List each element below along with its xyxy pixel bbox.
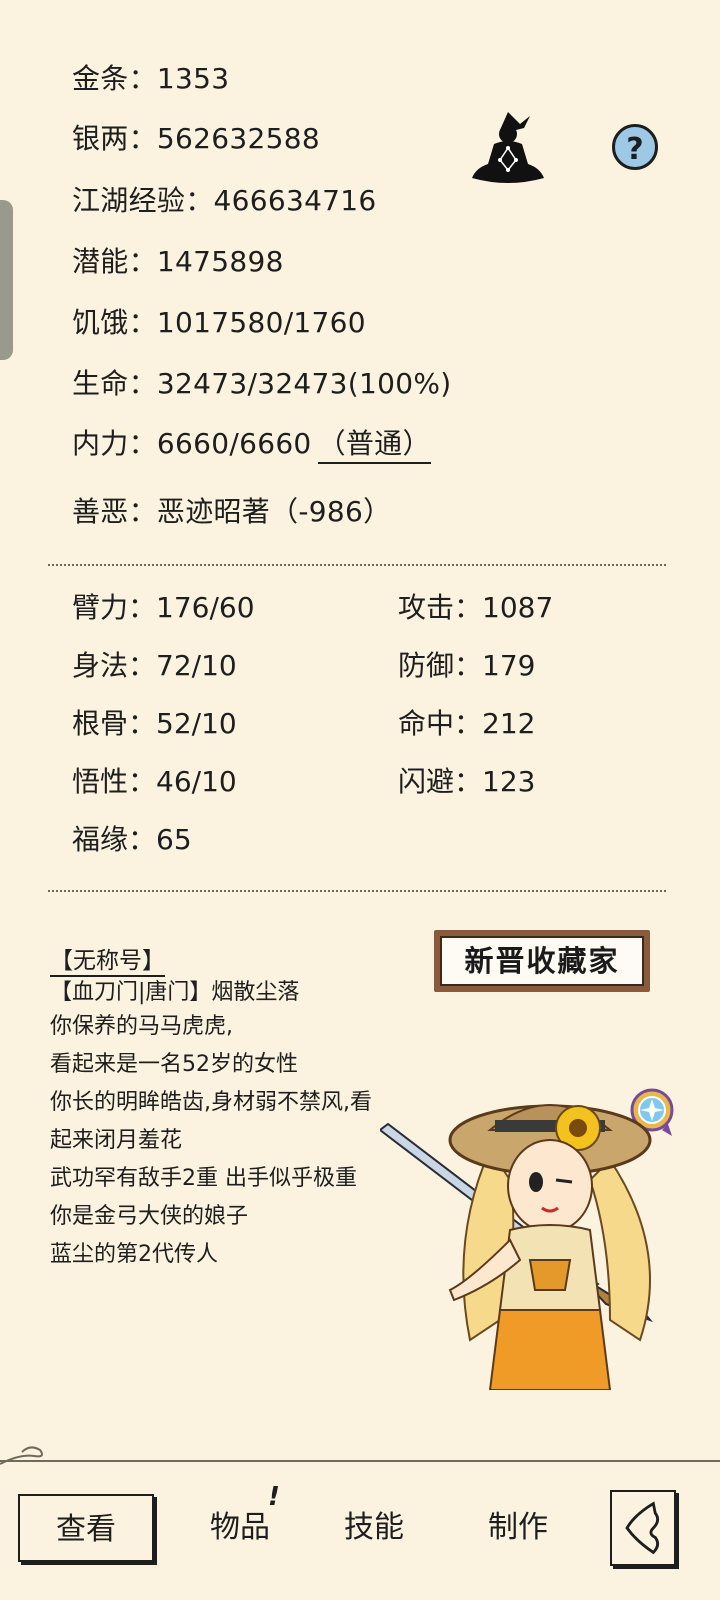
- bio-line: 看起来是一名52岁的女性: [50, 1052, 298, 1077]
- divider: [48, 890, 666, 892]
- player-title-link[interactable]: 【无称号】: [50, 948, 165, 977]
- plaque-text: 新晋收藏家: [440, 936, 644, 986]
- silver-stat: 银两：562632588: [72, 122, 320, 155]
- help-icon[interactable]: ?: [612, 124, 658, 170]
- luck-stat: 福缘：65: [72, 823, 192, 856]
- divider: [48, 564, 666, 566]
- tab-skills[interactable]: 技能: [324, 1494, 424, 1562]
- gold-stat: 金条：1353: [72, 62, 230, 95]
- agility-stat: 身法：72/10: [72, 649, 237, 682]
- inner-power-mode-link[interactable]: （普通）: [317, 427, 431, 464]
- meditation-icon[interactable]: [468, 108, 548, 186]
- bio-line: 蓝尘的第2代传人: [50, 1242, 218, 1267]
- hunger-stat: 饥饿：1017580/1760: [72, 306, 366, 339]
- inner-power-row: 内力：6660/6660 （普通）: [72, 426, 431, 464]
- bio-line: 你保养的马马虎虎,: [50, 1014, 233, 1039]
- morality-stat: 善恶：恶迹昭著（-986）: [72, 495, 392, 528]
- comprehension-stat: 悟性：46/10: [72, 765, 237, 798]
- tab-view[interactable]: 查看: [18, 1494, 154, 1562]
- bio-line: 【血刀门|唐门】烟散尘落: [50, 980, 300, 1005]
- back-button[interactable]: [610, 1490, 676, 1566]
- bio-line: 你是金弓大侠的娘子: [50, 1204, 249, 1229]
- collector-plaque[interactable]: 新晋收藏家: [434, 930, 650, 992]
- character-portrait: [380, 1104, 654, 1390]
- inner-power-stat: 内力：6660/6660: [72, 427, 312, 460]
- title-row: 【无称号】: [50, 946, 165, 977]
- hit-stat: 命中：212: [398, 707, 536, 740]
- life-stat: 生命：32473/32473(100%): [72, 367, 452, 400]
- constitution-stat: 根骨：52/10: [72, 707, 237, 740]
- items-alert-badge: !: [268, 1482, 280, 1512]
- exp-stat: 江湖经验：466634716: [72, 184, 377, 217]
- attack-stat: 攻击：1087: [398, 591, 554, 624]
- dodge-stat: 闪避：123: [398, 765, 536, 798]
- back-icon: [625, 1501, 659, 1555]
- potential-stat: 潜能：1475898: [72, 245, 284, 278]
- side-drawer-handle[interactable]: [0, 200, 13, 360]
- strength-stat: 臂力：176/60: [72, 591, 255, 624]
- defense-stat: 防御：179: [398, 649, 536, 682]
- bottom-divider: [0, 1460, 720, 1466]
- tab-craft[interactable]: 制作: [468, 1494, 568, 1562]
- bio-line: 起来闭月羞花: [50, 1128, 183, 1153]
- bio-line: 武功罕有敌手2重 出手似乎极重: [50, 1166, 357, 1191]
- bio-line: 你长的明眸皓齿,身材弱不禁风,看: [50, 1090, 372, 1115]
